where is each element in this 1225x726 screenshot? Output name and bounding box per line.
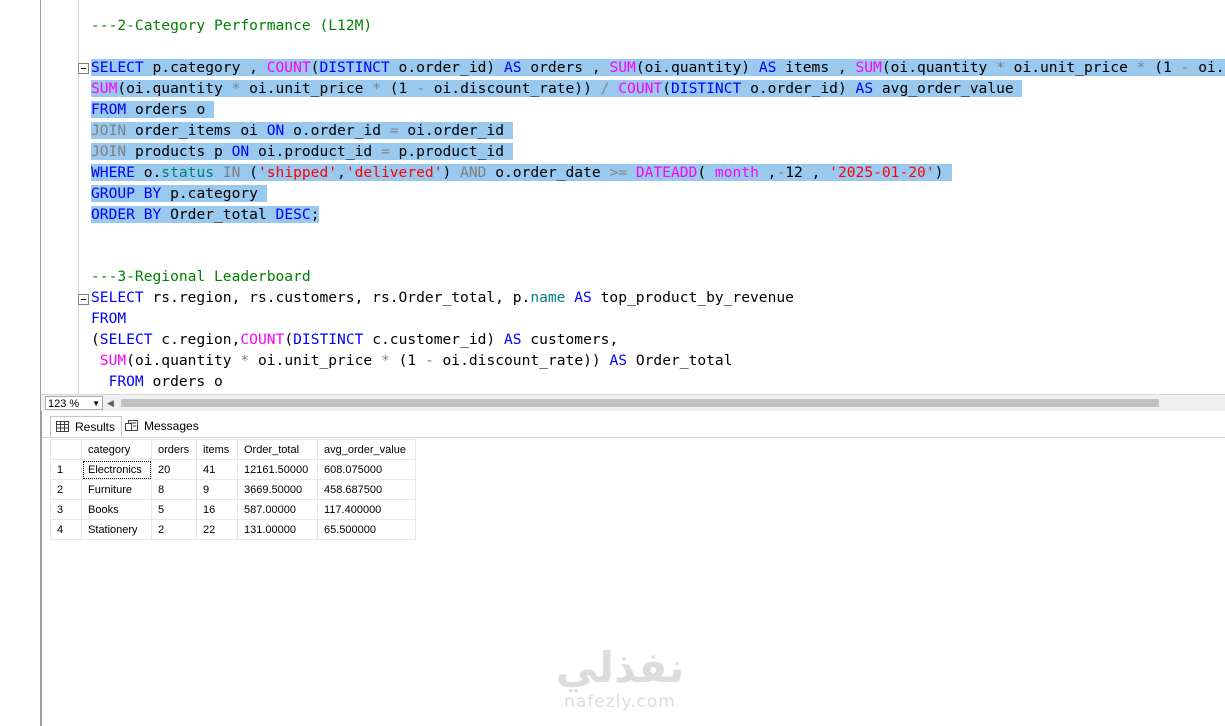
watermark-latin: nafezly.com [564,692,676,712]
code-line-sum: SUM(oi.quantity * oi.unit_price * (1 - o… [91,80,1023,97]
tab-messages[interactable]: Messages [120,416,205,436]
code-line-select: SELECT p.category , COUNT(DISTINCT o.ord… [91,57,1225,78]
code-line-from: FROM orders o [91,101,215,118]
grid-cell[interactable]: 131.00000 [237,519,318,540]
code-line-subselect: (SELECT c.region,COUNT(DISTINCT c.custom… [91,331,619,348]
table-row[interactable]: 3 Books 5 16 587.00000 117.400000 [50,499,416,520]
code-line-join-items: JOIN order_items oi ON o.order_id = oi.o… [91,122,513,139]
table-row[interactable]: 1 Electronics 20 41 12161.50000 608.0750… [50,459,416,480]
scroll-left-icon[interactable]: ◀ [107,397,114,410]
query-editor[interactable]: ---2-Category Performance (L12M) SELECT … [41,0,1225,394]
grid-cell[interactable]: 20 [151,459,197,480]
collapse-toggle-icon[interactable] [78,294,89,305]
code-line-from-regional: FROM [91,310,127,327]
watermark-arabic: نفذلي [555,643,685,692]
gutter-divider [78,0,79,394]
table-row[interactable]: 2 Furniture 8 9 3669.50000 458.687500 [50,479,416,500]
column-header[interactable]: avg_order_value [317,439,416,460]
code-line-group-by: GROUP BY p.category [91,185,267,202]
code-line-where: WHERE o.status IN ('shipped','delivered'… [91,164,953,181]
code-line-order-by: ORDER BY Order_total DESC; [91,206,320,223]
grid-cell[interactable]: 22 [196,519,238,540]
grid-cell[interactable]: 608.075000 [317,459,416,480]
row-number[interactable]: 2 [50,479,82,500]
grid-cell[interactable]: 587.00000 [237,499,318,520]
code-line-select-regional: SELECT rs.region, rs.customers, rs.Order… [91,289,794,306]
column-header[interactable]: orders [151,439,197,460]
collapse-toggle-icon[interactable] [78,63,89,74]
zoom-value: 123 % [48,398,80,410]
column-header[interactable]: category [81,439,152,460]
messages-icon [125,420,138,431]
tab-results-label: Results [75,420,116,434]
grid-cell[interactable]: 117.400000 [317,499,416,520]
table-row[interactable]: 4 Stationery 2 22 131.00000 65.500000 [50,519,416,540]
zoom-dropdown[interactable]: 123 % ▼ [45,396,103,410]
code-line-sub-sum: SUM(oi.quantity * oi.unit_price * (1 - o… [99,352,733,369]
tab-messages-label: Messages [144,419,199,433]
code-line-sub-from: FROM orders o [108,373,223,390]
watermark: نفذلي nafezly.com [540,645,700,713]
grid-cell[interactable]: 9 [196,479,238,500]
row-number[interactable]: 1 [50,459,82,480]
grid-cell[interactable]: 8 [151,479,197,500]
grid-cell[interactable]: Electronics [81,459,152,480]
grid-cell[interactable]: 65.500000 [317,519,416,540]
grid-cell[interactable]: 5 [151,499,197,520]
row-number-header[interactable] [50,439,82,460]
horizontal-scrollbar-thumb[interactable] [121,399,1159,407]
results-tabs: Results Messages [42,413,1225,438]
tab-results[interactable]: Results [50,416,123,437]
grid-cell[interactable]: 16 [196,499,238,520]
code-line-join-products: JOIN products p ON oi.product_id = p.pro… [91,143,513,160]
column-header[interactable]: items [196,439,238,460]
grid-cell[interactable]: 41 [196,459,238,480]
column-header[interactable]: Order_total [237,439,318,460]
grid-cell[interactable]: 12161.50000 [237,459,318,480]
grid-icon [56,421,69,432]
chevron-down-icon: ▼ [92,399,100,408]
editor-status-bar: 123 % ▼ ◀ [41,394,1225,412]
grid-cell[interactable]: 458.687500 [317,479,416,500]
grid-cell[interactable]: Books [81,499,152,520]
row-number[interactable]: 3 [50,499,82,520]
code-line-comment-category: ---2-Category Performance (L12M) [91,17,373,34]
grid-header-row: category orders items Order_total avg_or… [50,439,416,460]
code-line-comment-regional: ---3-Regional Leaderboard [91,268,311,285]
grid-cell[interactable]: 2 [151,519,197,540]
row-number[interactable]: 4 [50,519,82,540]
grid-cell[interactable]: 3669.50000 [237,479,318,500]
grid-cell[interactable]: Stationery [81,519,152,540]
grid-cell[interactable]: Furniture [81,479,152,500]
results-grid[interactable]: category orders items Order_total avg_or… [50,439,416,540]
object-explorer-edge [0,0,41,726]
